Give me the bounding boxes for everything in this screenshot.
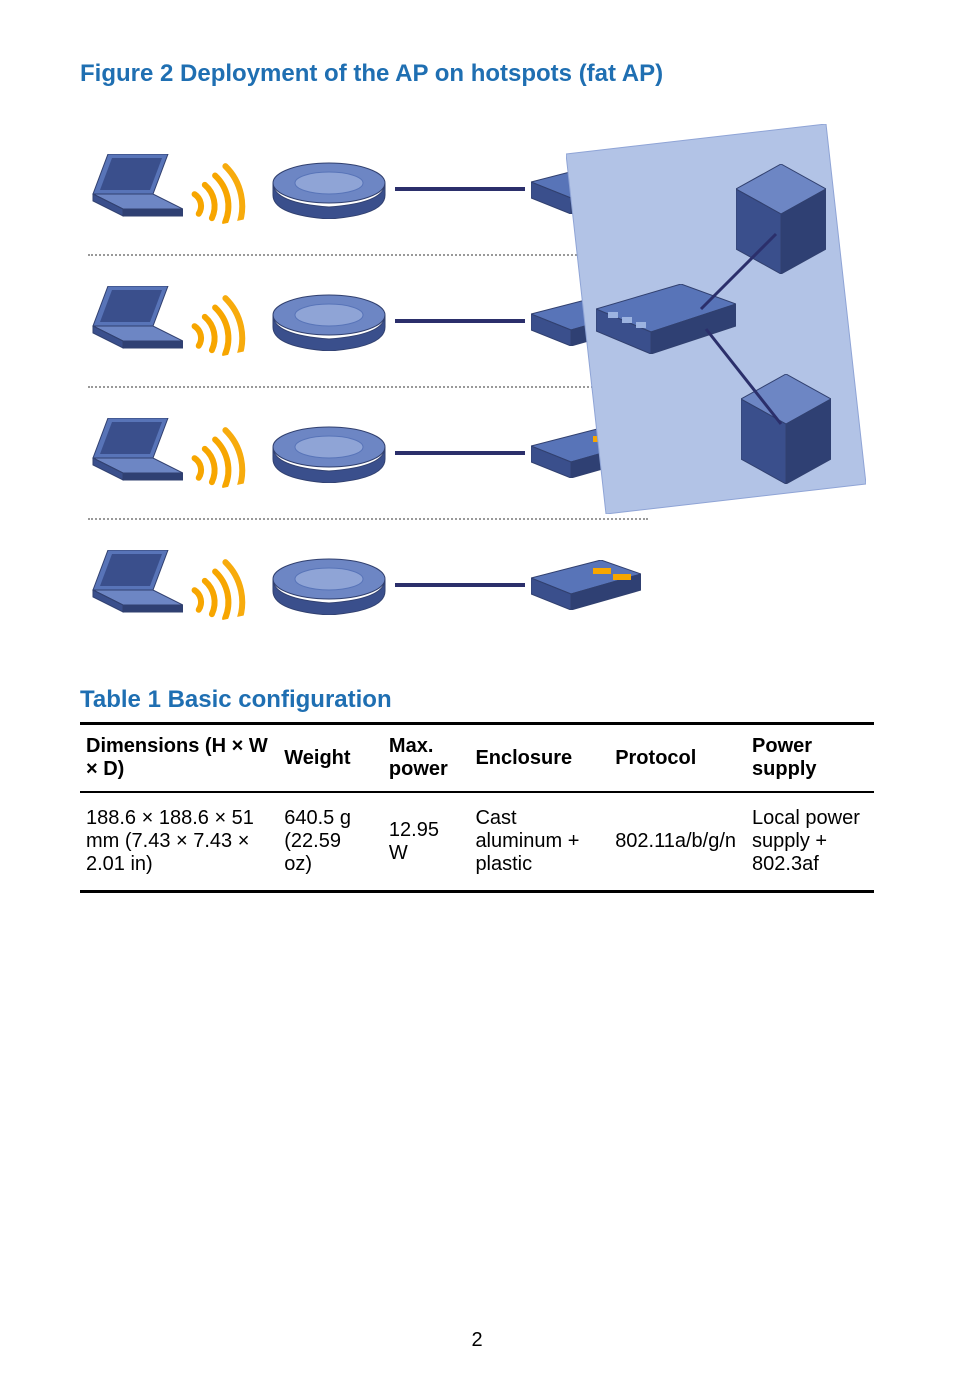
td-weight: 640.5 g (22.59 oz) (278, 792, 383, 892)
table-row: 188.6 × 188.6 × 51 mm (7.43 × 7.43 × 2.0… (80, 792, 874, 892)
cable-1 (395, 187, 525, 191)
access-point-icon (269, 159, 389, 219)
access-point-icon (269, 555, 389, 615)
laptop-1 (88, 154, 183, 224)
server-icon (741, 374, 831, 484)
th-weight: Weight (278, 724, 383, 793)
th-enclosure: Enclosure (469, 724, 609, 793)
td-protocol: 802.11a/b/g/n (609, 792, 746, 892)
access-point-1 (269, 159, 389, 219)
laptop-icon (88, 286, 183, 356)
document-page: Figure 2 Deployment of the AP on hotspot… (0, 0, 954, 1382)
server-icon (736, 164, 826, 274)
access-point-icon (269, 291, 389, 351)
table-header-row: Dimensions (H × W × D) Weight Max. power… (80, 724, 874, 793)
figure-diagram (88, 124, 848, 650)
td-power: Local power supply + 802.3af (746, 792, 874, 892)
td-maxpower: 12.95 W (383, 792, 470, 892)
wifi-signal-1 (179, 149, 259, 229)
wifi-icon (177, 411, 260, 494)
laptop-icon (88, 550, 183, 620)
figure-caption: Figure 2 Deployment of the AP on hotspot… (80, 60, 874, 88)
access-point-icon (269, 423, 389, 483)
laptop-icon (88, 418, 183, 488)
laptop-4 (88, 550, 183, 620)
cable-4 (395, 583, 525, 587)
server-1 (736, 164, 826, 279)
deployment-row-4 (88, 520, 848, 650)
wifi-signal-4 (179, 545, 259, 625)
cable-2 (395, 319, 525, 323)
td-enclosure: Cast aluminum + plastic (469, 792, 609, 892)
network-cloud-panel (566, 124, 866, 514)
page-number: 2 (0, 1329, 954, 1352)
wifi-signal-2 (179, 281, 259, 361)
laptop-icon (88, 154, 183, 224)
edge-switch-4 (531, 560, 641, 610)
access-point-2 (269, 291, 389, 351)
th-power: Power supply (746, 724, 874, 793)
wifi-icon (177, 147, 260, 230)
basic-config-table: Dimensions (H × W × D) Weight Max. power… (80, 722, 874, 893)
aggregation-switch (596, 284, 736, 359)
td-dimensions: 188.6 × 188.6 × 51 mm (7.43 × 7.43 × 2.0… (80, 792, 278, 892)
wifi-icon (177, 279, 260, 362)
th-protocol: Protocol (609, 724, 746, 793)
table-caption: Table 1 Basic configuration (80, 686, 874, 714)
access-point-4 (269, 555, 389, 615)
access-point-3 (269, 423, 389, 483)
laptop-2 (88, 286, 183, 356)
wifi-signal-3 (179, 413, 259, 493)
th-dimensions: Dimensions (H × W × D) (80, 724, 278, 793)
th-maxpower: Max. power (383, 724, 470, 793)
cable-3 (395, 451, 525, 455)
switch-icon (596, 284, 736, 354)
server-2 (741, 374, 831, 489)
wifi-icon (177, 543, 260, 626)
switch-icon (531, 560, 641, 610)
laptop-3 (88, 418, 183, 488)
